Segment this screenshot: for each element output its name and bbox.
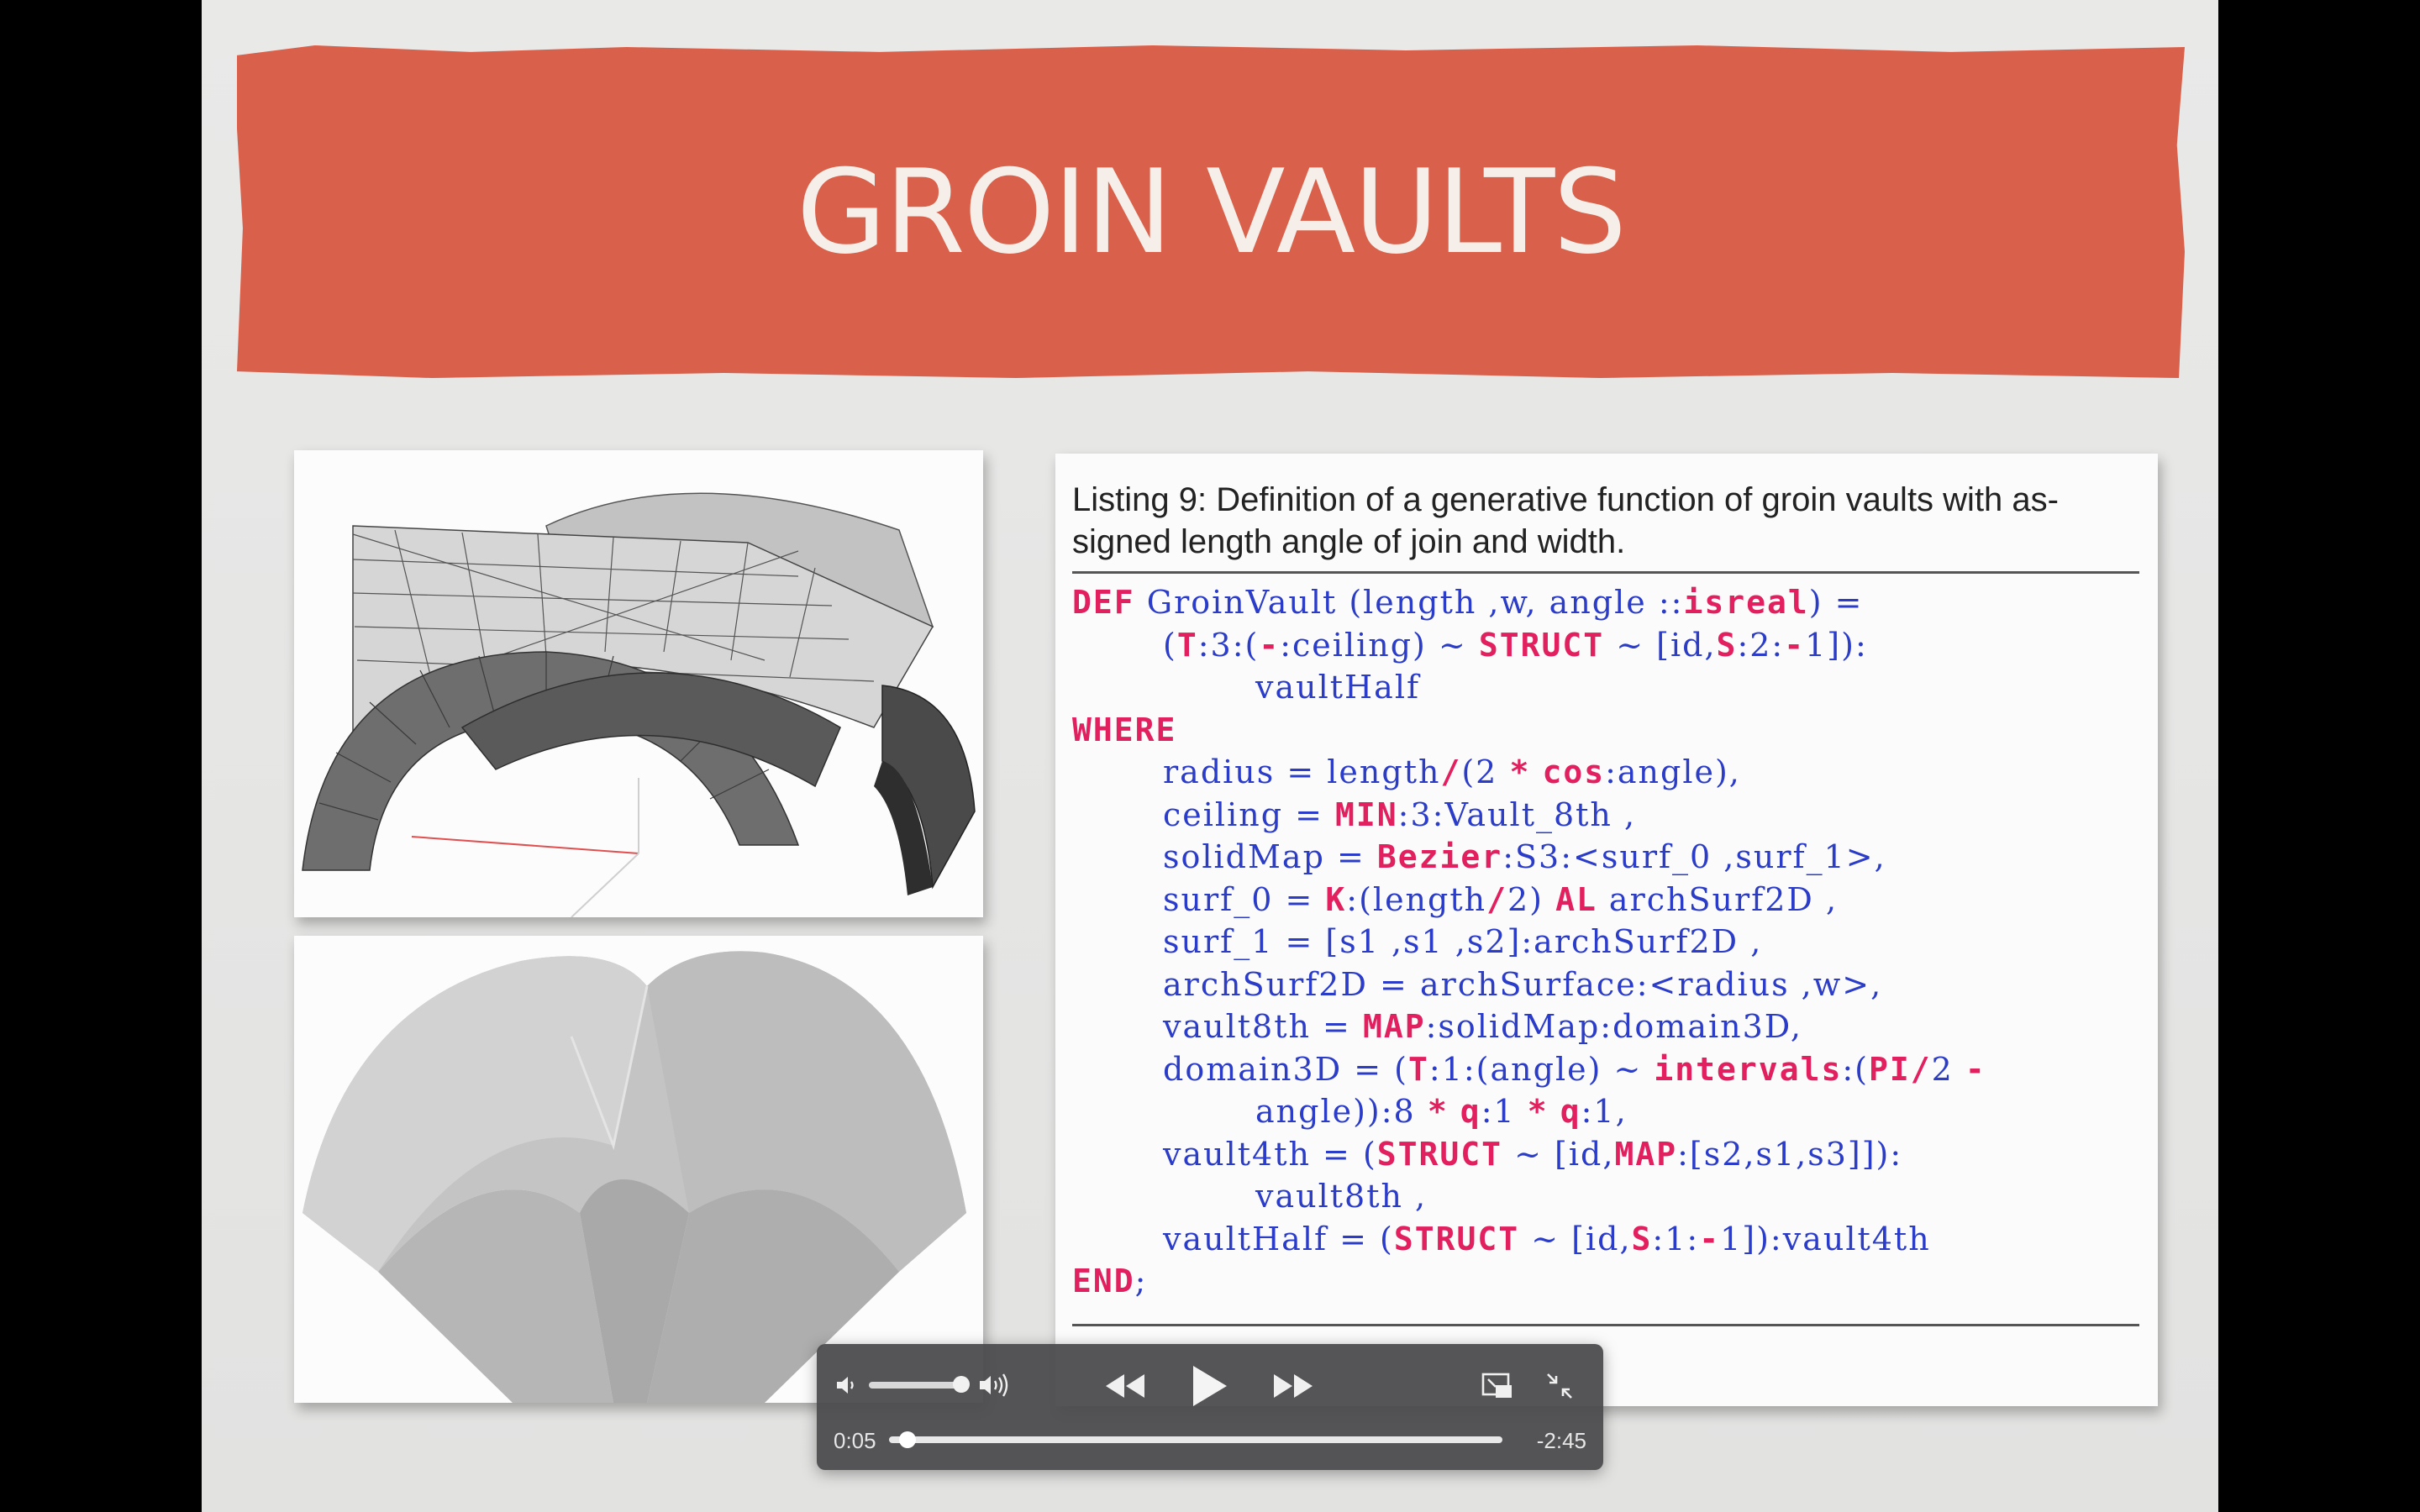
code-line: vault4th = (STRUCT ~ [id,MAP:[s2,s1,s3]]…: [1163, 1135, 1903, 1173]
code-line: DEF GroinVault (length ,w, angle ::isrea…: [1072, 584, 1864, 621]
volume-slider-knob[interactable]: [953, 1376, 970, 1393]
progress-scrubber[interactable]: [898, 1431, 916, 1448]
listing-caption-line2: signed length angle of join and width.: [1072, 523, 1626, 560]
code-line: solidMap = Bezier:S3:<surf_0 ,surf_1>,: [1163, 838, 1886, 875]
rewind-icon[interactable]: [1102, 1371, 1148, 1401]
code-line: archSurf2D = archSurface:<radius ,w>,: [1163, 965, 1883, 1003]
code-line: surf_0 = K:(length/2) AL archSurf2D ,: [1163, 880, 1839, 918]
code-line: vault8th ,: [1255, 1178, 1428, 1215]
code-listing-panel: Listing 9: Definition of a generative fu…: [1055, 454, 2158, 1406]
code-line: vaultHalf: [1255, 669, 1421, 706]
listing-top-rule: [1072, 571, 2139, 574]
fast-forward-icon[interactable]: [1270, 1371, 1316, 1401]
code-line: vault8th = MAP:solidMap:domain3D,: [1163, 1008, 1802, 1045]
code-line: radius = length/(2 * cos:angle),: [1163, 753, 1741, 790]
code-line: WHERE: [1072, 711, 1177, 748]
code-line: vaultHalf = (STRUCT ~ [id,S:1:-1]):vault…: [1163, 1220, 1931, 1257]
slide-title: GROIN VAULTS: [796, 144, 1627, 280]
listing-caption: Listing 9: Definition of a generative fu…: [1072, 479, 2139, 563]
volume-slider-track[interactable]: [869, 1382, 961, 1389]
progress-track[interactable]: [889, 1436, 1502, 1443]
volume-high-icon[interactable]: [976, 1371, 1013, 1399]
title-banner: GROIN VAULTS: [237, 45, 2185, 378]
current-time: 0:05: [834, 1428, 876, 1453]
code-line: domain3D = (T:1:(angle) ~ intervals:(PI/…: [1163, 1050, 1986, 1088]
listing-caption-line1: Listing 9: Definition of a generative fu…: [1072, 481, 2059, 518]
vault-wireframe-render: [294, 450, 983, 917]
vault-shaded-render: [294, 936, 983, 1403]
remaining-time: -2:45: [1536, 1428, 1586, 1453]
code-line: (T:3:(-:ceiling) ~ STRUCT ~ [id,S:2:-1])…: [1163, 626, 1868, 664]
code-line: surf_1 = [s1 ,s1 ,s2]:archSurf2D ,: [1163, 923, 1763, 960]
vault-shaded-image: [294, 936, 983, 1403]
code-line: END;: [1072, 1263, 1148, 1299]
slide: GROIN VAULTS Listing 9: Definition of a …: [202, 0, 2218, 1512]
listing-bottom-rule: [1072, 1324, 2139, 1326]
vault-wireframe-image: [294, 450, 983, 917]
code-line: ceiling = MIN:3:Vault_8th ,: [1163, 795, 1637, 833]
play-icon[interactable]: [1188, 1362, 1230, 1410]
volume-low-icon[interactable]: [834, 1373, 859, 1398]
code-block: DEF GroinVault (length ,w, angle ::isrea…: [1072, 581, 2139, 1303]
exit-fullscreen-icon[interactable]: [1544, 1371, 1575, 1401]
code-line: angle)):8 * q:1 * q:1,: [1255, 1093, 1628, 1130]
video-player-controls: 0:05 -2:45: [817, 1344, 1603, 1470]
picture-in-picture-icon[interactable]: [1481, 1371, 1514, 1401]
